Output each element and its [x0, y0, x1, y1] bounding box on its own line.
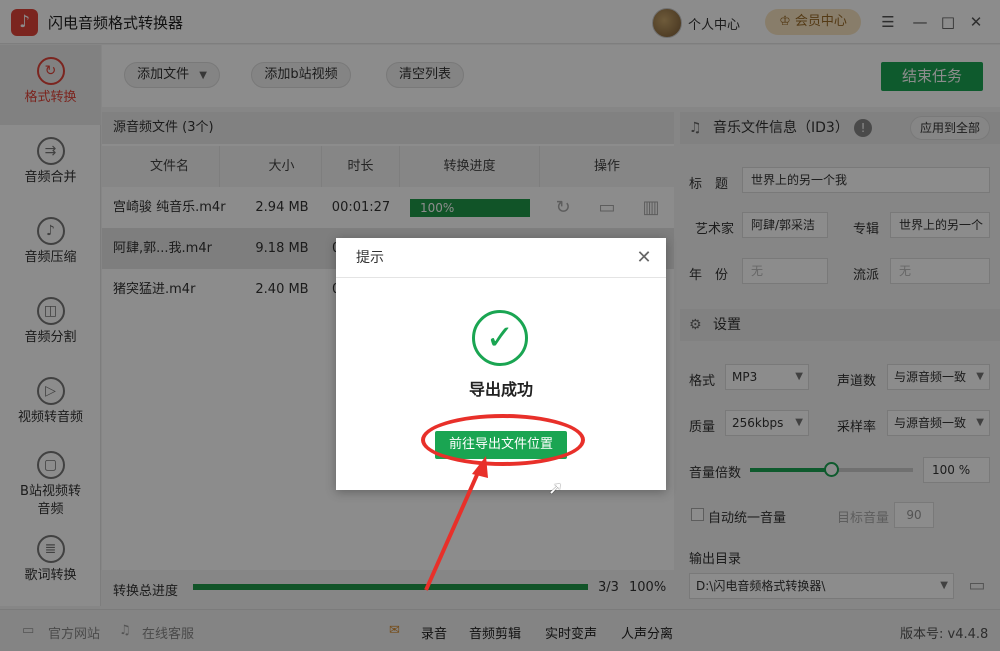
- annotation-arrow: [424, 456, 488, 591]
- mouse-cursor-icon: ➚: [548, 478, 564, 499]
